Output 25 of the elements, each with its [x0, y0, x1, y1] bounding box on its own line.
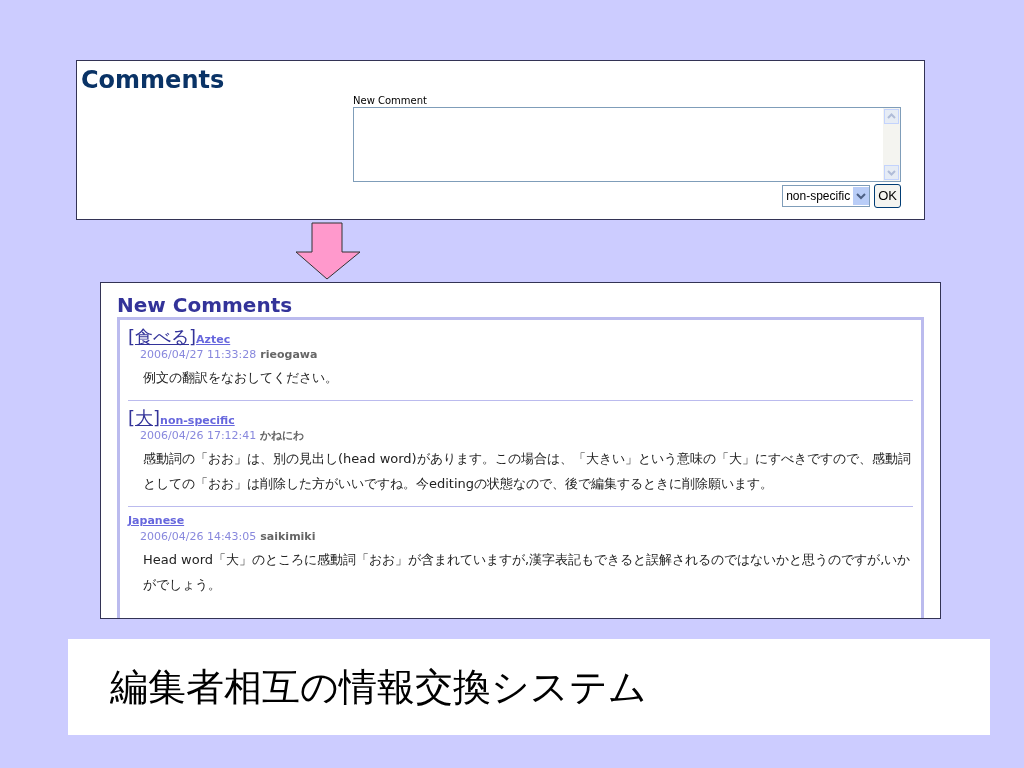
comment-text: 感動詞の「おお」は、別の見出し(head word)があります。この場合は、「大きい」という意味の「大」にすべきですので、感動詞としての「おお」は削除した方がいいですね。今editingの状態なので、後で編集するときに削除願います。 — [143, 450, 912, 493]
caption-text: 編集者相互の情報交換システム — [110, 663, 647, 711]
category-select[interactable]: non-specific — [782, 185, 871, 207]
comment-text: Head word「大」のところに感動詞「おお」が含まれていますが,漢字表記もできると誤解されるのではないかと思うのですが,いかがでしょう。 — [143, 550, 912, 594]
timestamp: 2006/04/27 11:33:28 — [140, 348, 257, 361]
headword-link[interactable]: [食べる] — [128, 326, 197, 348]
scrollbar[interactable] — [883, 108, 900, 181]
author-name: rieogawa — [260, 348, 318, 361]
comment-input-field[interactable] — [353, 107, 901, 182]
comment-text: 例文の翻訳をなおしてください。 — [143, 369, 339, 387]
language-link[interactable]: Japanese — [128, 513, 185, 530]
headword-link[interactable]: [大] — [128, 407, 161, 429]
panel-title: New Comments — [117, 293, 293, 317]
ok-button[interactable]: OK — [874, 184, 901, 208]
timestamp: 2006/04/26 17:12:41 — [140, 429, 257, 442]
scroll-down-icon[interactable] — [884, 165, 899, 180]
language-link[interactable]: non-specific — [160, 412, 235, 429]
panel-title: Comments — [81, 65, 225, 95]
author-name: かねにわ — [260, 429, 305, 442]
timestamp: 2006/04/26 14:43:05 — [140, 529, 257, 543]
scroll-up-icon[interactable] — [884, 109, 899, 124]
author-name: saikimiki — [260, 529, 316, 543]
field-label: New Comment — [353, 95, 427, 107]
language-link[interactable]: Aztec — [196, 331, 231, 348]
down-arrow-icon — [294, 222, 362, 280]
